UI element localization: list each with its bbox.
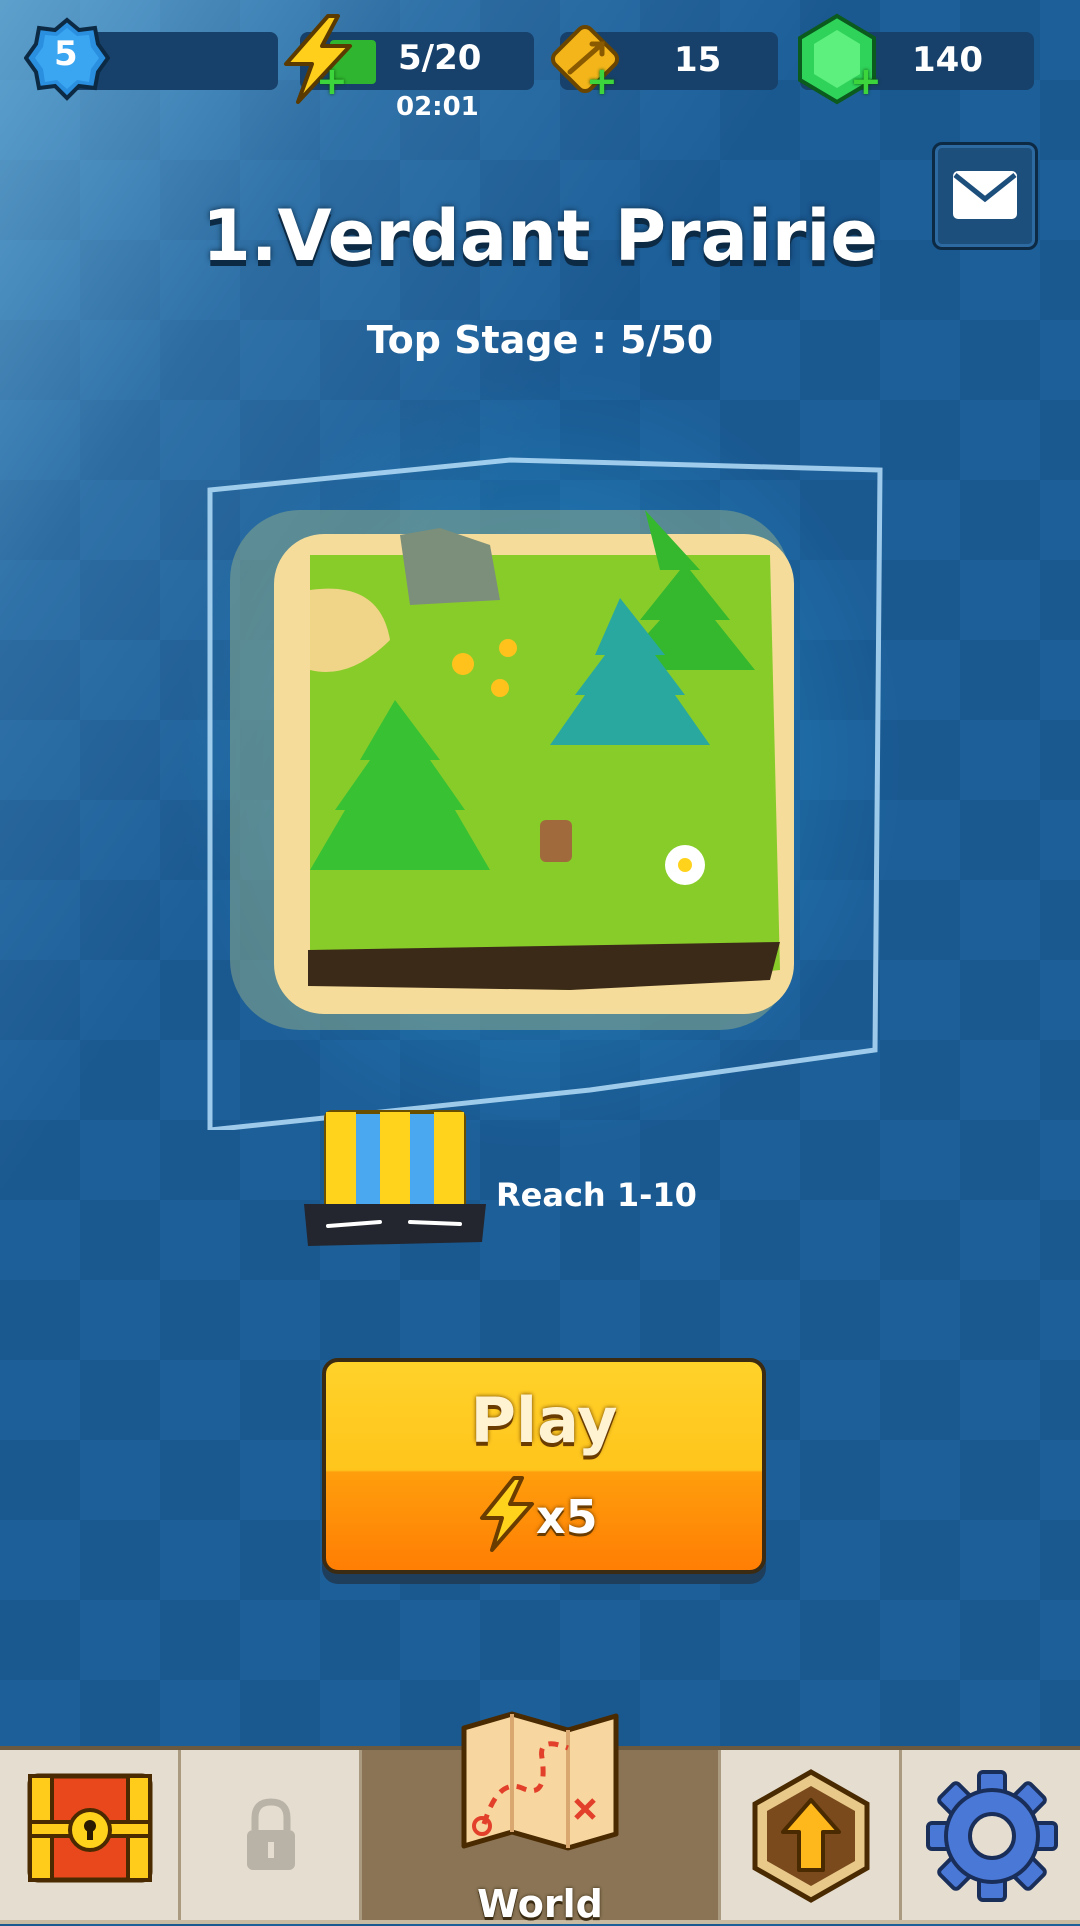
nav-tab-upgrade[interactable]: [721, 1750, 902, 1920]
gems-plus-icon[interactable]: +: [850, 62, 882, 100]
nav-world-label: World: [477, 1882, 603, 1926]
island-map[interactable]: [190, 450, 890, 1130]
nav-tab-settings[interactable]: [902, 1750, 1080, 1920]
reward-chest-icon: [304, 1110, 486, 1246]
settings-icon: [926, 1770, 1058, 1902]
map-icon: [461, 1711, 619, 1851]
nav-tab-shop[interactable]: [0, 1750, 181, 1920]
lock-icon: [247, 1798, 295, 1870]
chest-icon: [27, 1773, 153, 1883]
play-button[interactable]: Play x5: [322, 1358, 766, 1574]
stage-title: 1.Verdant Prairie: [202, 195, 878, 277]
energy-value: 5/20: [398, 38, 482, 78]
arrows-value: 15: [674, 40, 722, 80]
energy-timer: 02:01: [396, 92, 479, 122]
reward-label: Reach 1-10: [496, 1176, 697, 1214]
gems-value: 140: [912, 40, 983, 80]
play-label: Play: [470, 1384, 618, 1457]
arrows-plus-icon[interactable]: +: [586, 62, 618, 100]
top-stage-text: Top Stage : 5/50: [366, 318, 714, 362]
energy-plus-icon[interactable]: +: [316, 62, 348, 100]
nav-tab-world[interactable]: World: [362, 1711, 721, 1926]
upgrade-icon: [752, 1769, 870, 1903]
level-value: 5: [54, 34, 78, 74]
nav-tab-locked[interactable]: [181, 1750, 362, 1920]
energy-cost-icon: [480, 1476, 534, 1552]
play-cost: x5: [536, 1490, 598, 1544]
